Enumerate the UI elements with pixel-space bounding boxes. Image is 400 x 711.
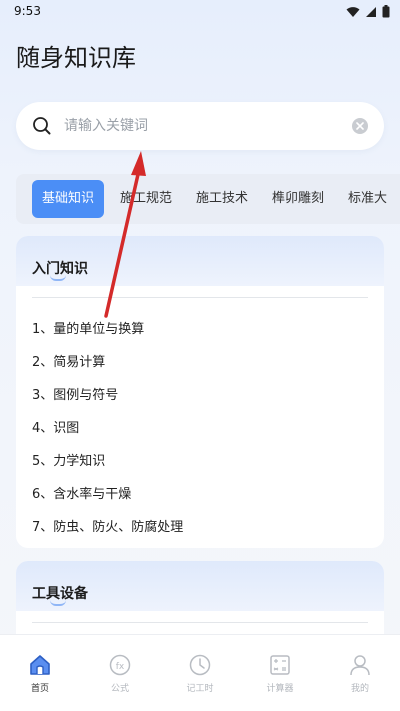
clear-icon[interactable] (352, 118, 368, 134)
search-bar[interactable] (16, 102, 384, 150)
status-icons (346, 5, 390, 18)
svg-text:fx: fx (116, 662, 125, 672)
list-item[interactable]: 7、防虫、防火、防腐处理 (32, 516, 183, 535)
search-input[interactable] (64, 114, 354, 138)
tab-basic-knowledge[interactable]: 基础知识 (32, 180, 105, 218)
list-item[interactable]: 4、识图 (32, 417, 79, 436)
nav-label: 首页 (30, 684, 49, 694)
nav-timesheet[interactable]: 记工时 (160, 635, 240, 705)
nav-formula[interactable]: fx 公式 (80, 635, 160, 705)
section-divider (32, 297, 368, 298)
clock-icon (189, 654, 211, 676)
tab-mortise-carving[interactable]: 榫卯雕刻 (262, 180, 334, 218)
section-card-intro: 入门知识 1、量的单位与换算 2、简易计算 3、图例与符号 4、识图 5、力学知… (16, 236, 384, 548)
title-accent (50, 275, 66, 281)
list-item[interactable]: 2、简易计算 (32, 351, 105, 370)
status-bar: 9:53 (0, 0, 400, 24)
nav-label: 公式 (110, 684, 129, 694)
title-accent (50, 600, 66, 606)
status-time: 9:53 (14, 4, 41, 18)
list-item[interactable]: 1、量的单位与换算 (32, 318, 144, 337)
nav-home[interactable]: 首页 (0, 635, 80, 705)
formula-icon: fx (109, 654, 131, 676)
nav-label: 记工时 (186, 684, 214, 694)
list-item[interactable]: 5、力学知识 (32, 450, 105, 469)
signal-icon (366, 6, 376, 17)
home-icon (30, 655, 50, 675)
battery-icon (382, 5, 390, 18)
nav-calculator[interactable]: 计算器 (240, 635, 320, 705)
section-header: 工具设备 (16, 561, 384, 611)
bottom-navigation: 首页 fx 公式 记工时 计算器 我的 (0, 634, 400, 711)
calculator-icon (270, 655, 290, 675)
list-item[interactable]: 6、含水率与干燥 (32, 483, 131, 502)
list-item[interactable]: 3、图例与符号 (32, 384, 118, 403)
page-title: 随身知识库 (16, 44, 136, 72)
search-icon (33, 117, 51, 135)
nav-profile[interactable]: 我的 (320, 635, 400, 705)
profile-icon (350, 655, 370, 676)
section-header: 入门知识 (16, 236, 384, 286)
section-divider (32, 622, 368, 623)
wifi-icon (346, 6, 360, 17)
tab-standards[interactable]: 标准大 (338, 180, 397, 218)
tab-construction-standards[interactable]: 施工规范 (110, 180, 182, 218)
category-tabs: 基础知识 施工规范 施工技术 榫卯雕刻 标准大 (16, 174, 400, 224)
nav-label: 计算器 (266, 684, 294, 694)
nav-label: 我的 (350, 684, 369, 694)
tab-construction-techniques[interactable]: 施工技术 (186, 180, 258, 218)
